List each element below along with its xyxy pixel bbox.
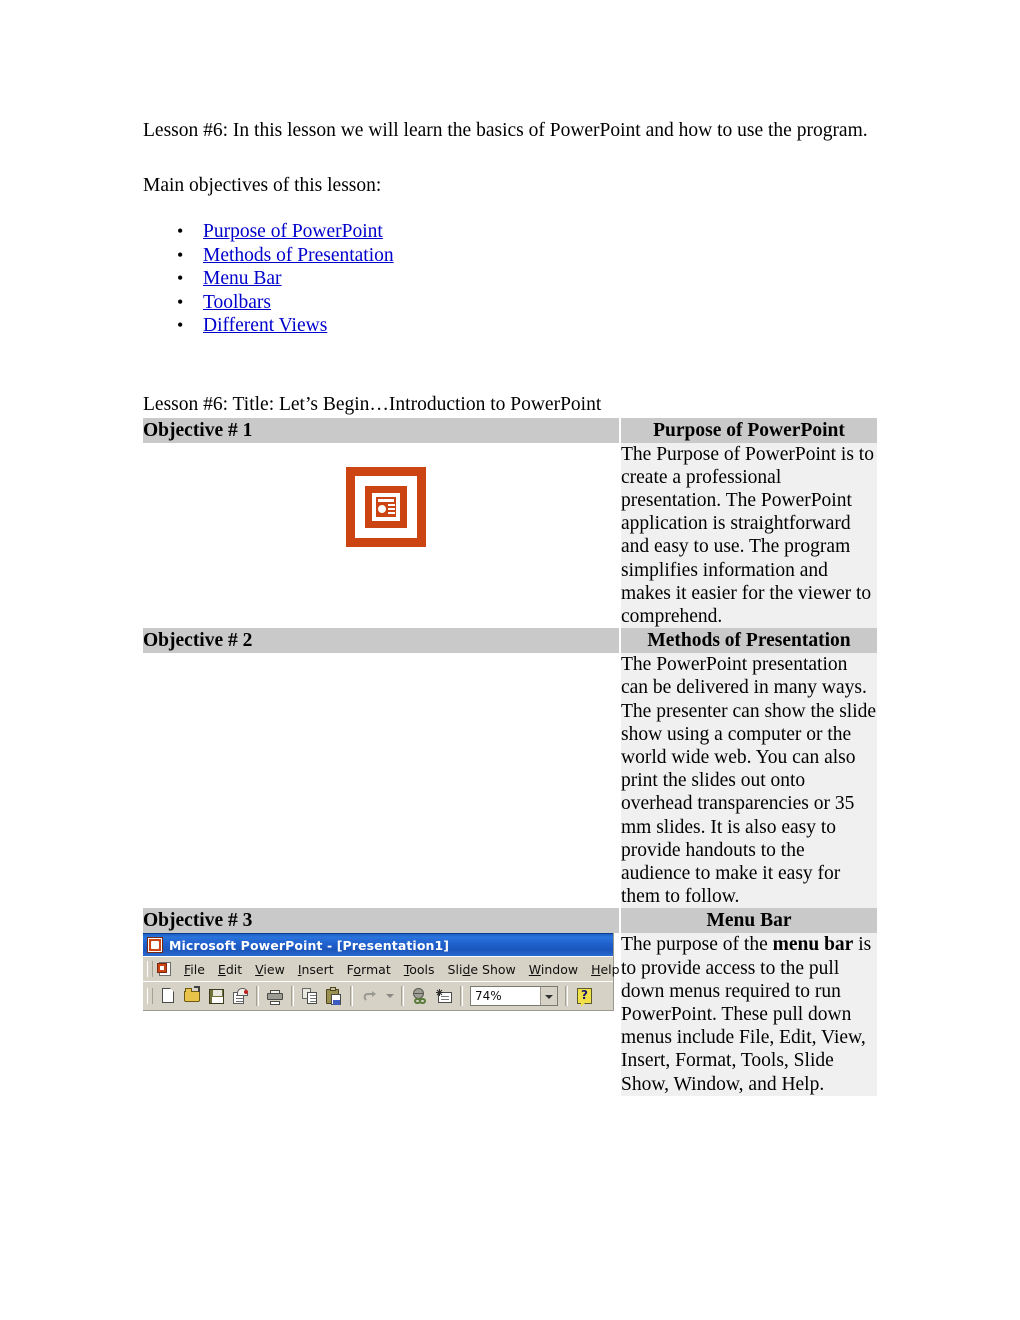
zoom-combo-box[interactable]: 74% <box>470 986 558 1007</box>
bullet-icon: • <box>177 268 184 288</box>
ppt-title-bar: Microsoft PowerPoint - [Presentation1] <box>143 933 613 957</box>
powerpoint-logo-icon <box>346 466 426 547</box>
objective-2-label: Objective # 2 <box>143 628 621 654</box>
menu-item-window[interactable]: Window <box>523 961 585 978</box>
objective-3-text-bold: menu bar <box>772 934 854 956</box>
document-content: Lesson #6: In this lesson we will learn … <box>143 118 879 1096</box>
menu-item-insert[interactable]: Insert <box>292 961 341 978</box>
objective-3-text-part1: The purpose of the <box>621 934 773 956</box>
link-purpose-of-powerpoint[interactable]: Purpose of PowerPoint <box>203 221 383 242</box>
objective-3-visual-cell: Microsoft PowerPoint - [Presentation1] F… <box>143 933 621 1096</box>
ppt-standard-toolbar: 74% ? <box>143 981 613 1011</box>
objective-2-text: The PowerPoint presentation can be deliv… <box>621 653 877 909</box>
powerpoint-app-icon <box>147 937 163 954</box>
intro-paragraph: Lesson #6: In this lesson we will learn … <box>143 120 868 141</box>
objective-1-topic: Purpose of PowerPoint <box>621 417 877 443</box>
objectives-heading: Main objectives of this lesson: <box>143 175 382 196</box>
objective-3-topic: Menu Bar <box>621 908 877 934</box>
save-icon[interactable] <box>205 985 227 1007</box>
help-icon[interactable]: ? <box>573 985 595 1008</box>
menu-item-edit[interactable]: Edit <box>212 961 249 978</box>
objective-3-label: Objective # 3 <box>143 908 621 934</box>
bullet-icon: • <box>177 291 184 312</box>
table-row: Microsoft PowerPoint - [Presentation1] F… <box>143 933 877 1096</box>
list-item: • Different Views <box>143 314 879 337</box>
toolbar-separator <box>565 986 568 1007</box>
objective-1-visual-cell <box>143 442 621 629</box>
toolbar-separator <box>460 986 463 1007</box>
menu-item-tools[interactable]: Tools <box>398 961 442 978</box>
toolbar-separator <box>256 986 259 1007</box>
menu-item-format[interactable]: Format <box>341 961 398 978</box>
zoom-value: 74% <box>475 989 502 1004</box>
objectives-table: Objective # 1 Purpose of PowerPoint The … <box>143 417 877 1096</box>
link-methods-of-presentation[interactable]: Methods of Presentation <box>203 245 394 266</box>
lesson-title: Lesson #6: Title: Let’s Begin…Introducti… <box>143 393 602 415</box>
table-row: The Purpose of PowerPoint is to create a… <box>143 442 877 629</box>
chevron-down-icon[interactable] <box>540 987 557 1006</box>
logo-slide-glyph <box>374 494 398 519</box>
logo-pie-chart <box>378 504 386 513</box>
bullet-icon: • <box>177 315 184 335</box>
list-item: • Menu Bar <box>143 267 879 290</box>
copy-icon[interactable] <box>299 985 321 1007</box>
paste-icon[interactable] <box>323 985 345 1007</box>
undo-icon[interactable] <box>358 985 380 1007</box>
objective-link-list: • Purpose of PowerPoint • Methods of Pre… <box>143 220 879 337</box>
table-row: Objective # 3 Menu Bar <box>143 908 877 934</box>
hyperlink-icon[interactable] <box>409 985 431 1007</box>
bullet-icon: • <box>177 244 184 265</box>
objective-2-topic: Methods of Presentation <box>621 628 877 654</box>
table-row: Objective # 2 Methods of Presentation <box>143 628 877 654</box>
logo-title-bar <box>378 498 394 502</box>
list-item: • Methods of Presentation <box>143 244 879 267</box>
app-icon-glyph <box>151 941 159 950</box>
document-page: Lesson #6: In this lesson we will learn … <box>0 0 1020 1320</box>
doc-icon-badge <box>157 962 167 973</box>
menu-item-view[interactable]: View <box>249 961 292 978</box>
list-item: • Toolbars <box>143 291 879 314</box>
email-icon[interactable] <box>229 985 251 1007</box>
objective-1-label: Objective # 1 <box>143 417 621 443</box>
ppt-menu-bar: File Edit View Insert Format Tools Slide… <box>143 956 620 982</box>
logo-bar-chart <box>388 503 395 514</box>
print-icon[interactable] <box>264 985 286 1007</box>
toolbar-drag-handle[interactable] <box>147 988 153 1005</box>
powerpoint-application-screenshot: Microsoft PowerPoint - [Presentation1] F… <box>143 933 620 1012</box>
ppt-title-text: Microsoft PowerPoint - [Presentation1] <box>169 937 450 953</box>
new-slide-icon[interactable] <box>433 985 455 1007</box>
powerpoint-logo-wrap <box>143 443 619 547</box>
new-icon[interactable] <box>157 985 179 1007</box>
undo-dropdown-arrow-icon[interactable] <box>382 985 396 1007</box>
toolbar-separator <box>401 986 404 1007</box>
toolbar-separator <box>291 986 294 1007</box>
list-item: • Purpose of PowerPoint <box>143 220 879 243</box>
menu-drag-handle[interactable] <box>147 961 153 978</box>
link-toolbars[interactable]: Toolbars <box>203 292 271 313</box>
menu-item-file[interactable]: File <box>178 961 212 978</box>
link-menu-bar[interactable]: Menu Bar <box>203 268 282 289</box>
objective-3-text-part2: is to provide access to the pull down me… <box>621 934 872 1095</box>
document-control-icon[interactable] <box>156 961 173 978</box>
objective-3-text: The purpose of the menu bar is to provid… <box>621 933 877 1096</box>
table-row: The PowerPoint presentation can be deliv… <box>143 653 877 909</box>
toolbar-separator <box>350 986 353 1007</box>
link-different-views[interactable]: Different Views <box>203 315 327 336</box>
menu-item-slide-show[interactable]: Slide Show <box>442 961 523 978</box>
table-row: Objective # 1 Purpose of PowerPoint <box>143 417 877 443</box>
objective-2-visual-cell <box>143 653 621 909</box>
objective-1-text: The Purpose of PowerPoint is to create a… <box>621 442 877 629</box>
open-icon[interactable] <box>181 985 203 1007</box>
bullet-icon: • <box>177 221 184 241</box>
